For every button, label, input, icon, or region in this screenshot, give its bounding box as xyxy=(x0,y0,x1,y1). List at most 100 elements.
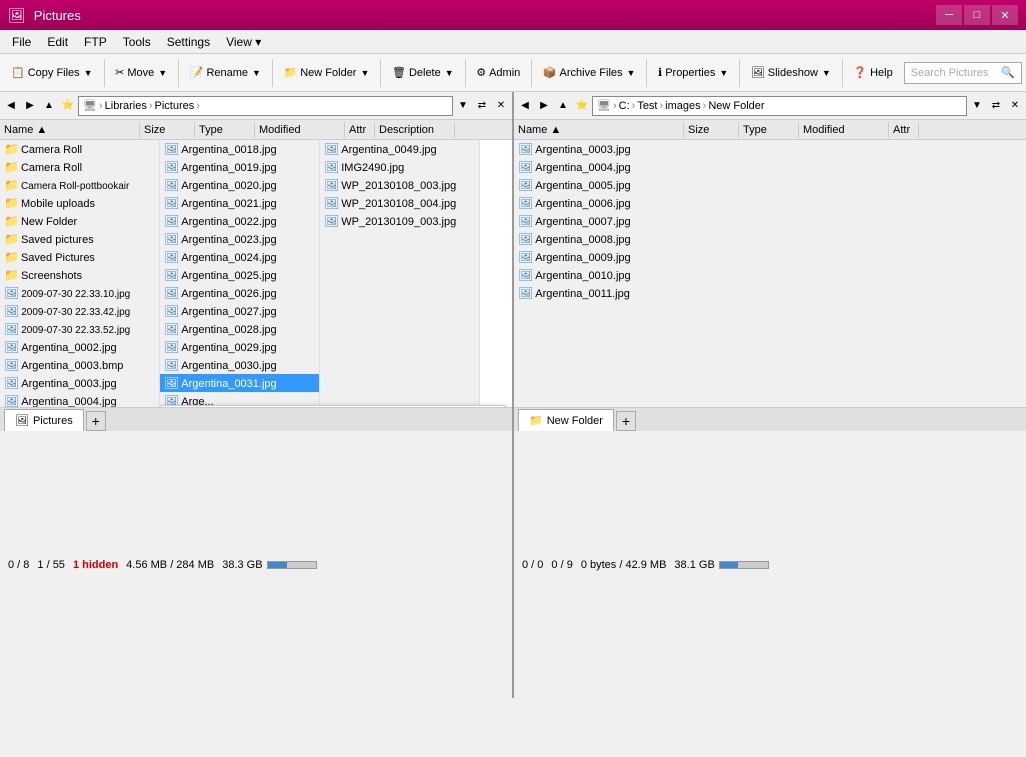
slideshow-icon: 🖼 xyxy=(751,66,765,79)
file-wp-004[interactable]: 🖼WP_20130108_004.jpg xyxy=(320,194,479,212)
close-button[interactable]: ✕ xyxy=(992,5,1018,25)
right-forward-btn[interactable]: ▶ xyxy=(535,97,553,115)
file-2009-3[interactable]: 🖼2009-07-30 22.33.52.jpg xyxy=(0,320,159,338)
left-col-size[interactable]: Size xyxy=(140,122,195,138)
menu-view[interactable]: View ▾ xyxy=(218,33,269,51)
copy-files-button[interactable]: 📋 Copy Files ▼ xyxy=(4,59,100,87)
file-wp-003[interactable]: 🖼WP_20130108_003.jpg xyxy=(320,176,479,194)
delete-button[interactable]: 🗑 Delete ▼ xyxy=(385,59,461,87)
file-img2490[interactable]: 🖼IMG2490.jpg xyxy=(320,158,479,176)
right-file-arg-0009[interactable]: 🖼Argentina_0009.jpg xyxy=(514,248,1026,266)
menu-file[interactable]: File xyxy=(4,33,39,51)
file-arg-0031[interactable]: 🖼Argentina_0031.jpg xyxy=(160,374,319,392)
help-button[interactable]: ❓ Help xyxy=(846,59,899,87)
folder-saved-pictures-uc[interactable]: 📁Saved Pictures xyxy=(0,248,159,266)
right-file-arg-0003[interactable]: 🖼Argentina_0003.jpg xyxy=(514,140,1026,158)
right-file-arg-0005[interactable]: 🖼Argentina_0005.jpg xyxy=(514,176,1026,194)
folder-screenshots[interactable]: 📁Screenshots xyxy=(0,266,159,284)
minimize-button[interactable]: ─ xyxy=(936,5,962,25)
folder-camera-roll-pott[interactable]: 📁Camera Roll-pottbookair xyxy=(0,176,159,194)
file-arg-0049[interactable]: 🖼Argentina_0049.jpg xyxy=(320,140,479,158)
right-status-size: 0 bytes / 42.9 MB xyxy=(581,559,667,571)
file-arg-0021[interactable]: 🖼Argentina_0021.jpg xyxy=(160,194,319,212)
right-col-size[interactable]: Size xyxy=(684,122,739,138)
file-arg-0023[interactable]: 🖼Argentina_0023.jpg xyxy=(160,230,319,248)
left-col-type[interactable]: Type xyxy=(195,122,255,138)
right-close-pane-btn[interactable]: ✕ xyxy=(1006,97,1024,115)
right-status-selected: 0 / 0 xyxy=(522,559,543,571)
file-arg-0018[interactable]: 🖼Argentina_0018.jpg xyxy=(160,140,319,158)
left-breadcrumb[interactable]: 🖥 › Libraries › Pictures › xyxy=(78,96,453,116)
file-arg-0026[interactable]: 🖼Argentina_0026.jpg xyxy=(160,284,319,302)
file-2009-1[interactable]: 🖼2009-07-30 22.33.10.jpg xyxy=(0,284,159,302)
left-close-pane-btn[interactable]: ✕ xyxy=(492,97,510,115)
left-col-desc[interactable]: Description xyxy=(375,122,455,138)
file-arg-0002[interactable]: 🖼Argentina_0002.jpg xyxy=(0,338,159,356)
right-add-tab-btn[interactable]: + xyxy=(616,411,636,431)
menu-edit[interactable]: Edit xyxy=(39,33,76,51)
file-2009-2[interactable]: 🖼2009-07-30 22.33.42.jpg xyxy=(0,302,159,320)
properties-button[interactable]: ℹ Properties ▼ xyxy=(651,59,735,87)
right-breadcrumb-arrow[interactable]: ▼ xyxy=(968,97,986,115)
left-add-tab-btn[interactable]: + xyxy=(86,411,106,431)
sep7 xyxy=(646,59,647,87)
right-star-btn[interactable]: ⭐ xyxy=(573,97,591,115)
right-swap-btn[interactable]: ⇄ xyxy=(987,97,1005,115)
left-swap-btn[interactable]: ⇄ xyxy=(473,97,491,115)
folder-mobile-uploads[interactable]: 📁Mobile uploads xyxy=(0,194,159,212)
new-folder-button[interactable]: 📁 New Folder ▼ xyxy=(277,59,377,87)
menu-tools[interactable]: Tools xyxy=(115,33,159,51)
menu-settings[interactable]: Settings xyxy=(159,33,218,51)
right-breadcrumb[interactable]: 🖥 › C: › Test › images › New Folder xyxy=(592,96,967,116)
folder-camera-roll-1[interactable]: 📁Camera Roll xyxy=(0,140,159,158)
folder-saved-pictures-lc[interactable]: 📁Saved pictures xyxy=(0,230,159,248)
left-tab-pictures[interactable]: 🖼 Pictures xyxy=(4,409,84,431)
file-arg-0019[interactable]: 🖼Argentina_0019.jpg xyxy=(160,158,319,176)
right-file-arg-0008[interactable]: 🖼Argentina_0008.jpg xyxy=(514,230,1026,248)
file-arg-0003[interactable]: 🖼Argentina_0003.jpg xyxy=(0,374,159,392)
maximize-button[interactable]: □ xyxy=(964,5,990,25)
admin-icon: ⚙ xyxy=(476,66,486,79)
file-arg-0029[interactable]: 🖼Argentina_0029.jpg xyxy=(160,338,319,356)
file-arg-0020[interactable]: 🖼Argentina_0020.jpg xyxy=(160,176,319,194)
admin-button[interactable]: ⚙ Admin xyxy=(469,59,527,87)
search-box[interactable]: Search Pictures 🔍 xyxy=(904,62,1022,84)
rename-button[interactable]: 📝 Rename ▼ xyxy=(183,59,268,87)
archive-button[interactable]: 📦 Archive Files ▼ xyxy=(536,59,643,87)
folder-new-folder[interactable]: 📁New Folder xyxy=(0,212,159,230)
right-file-arg-0011[interactable]: 🖼Argentina_0011.jpg xyxy=(514,284,1026,302)
file-wp-005[interactable]: 🖼WP_20130109_003.jpg xyxy=(320,212,479,230)
right-file-arg-0007[interactable]: 🖼Argentina_0007.jpg xyxy=(514,212,1026,230)
right-tab-new-folder[interactable]: 📁 New Folder xyxy=(518,409,614,431)
move-button[interactable]: ✂ Move ▼ xyxy=(108,59,174,87)
right-col-attr[interactable]: Attr xyxy=(889,122,919,138)
left-back-btn[interactable]: ◀ xyxy=(2,97,20,115)
file-arg-0024[interactable]: 🖼Argentina_0024.jpg xyxy=(160,248,319,266)
file-arg-0028[interactable]: 🖼Argentina_0028.jpg xyxy=(160,320,319,338)
file-arg-0004[interactable]: 🖼Argentina_0004.jpg xyxy=(0,392,159,407)
file-arg-0027[interactable]: 🖼Argentina_0027.jpg xyxy=(160,302,319,320)
left-col-modified[interactable]: Modified xyxy=(255,122,345,138)
right-up-btn[interactable]: ▲ xyxy=(554,97,572,115)
slideshow-button[interactable]: 🖼 Slideshow ▼ xyxy=(744,59,838,87)
file-arg-0030[interactable]: 🖼Argentina_0030.jpg xyxy=(160,356,319,374)
right-col-type[interactable]: Type xyxy=(739,122,799,138)
left-col-attr[interactable]: Attr xyxy=(345,122,375,138)
file-arg-0025[interactable]: 🖼Argentina_0025.jpg xyxy=(160,266,319,284)
right-file-arg-0006[interactable]: 🖼Argentina_0006.jpg xyxy=(514,194,1026,212)
left-forward-btn[interactable]: ▶ xyxy=(21,97,39,115)
right-col-name[interactable]: Name ▲ xyxy=(514,122,684,138)
right-file-arg-0010[interactable]: 🖼Argentina_0010.jpg xyxy=(514,266,1026,284)
right-col-modified[interactable]: Modified xyxy=(799,122,889,138)
left-breadcrumb-arrow[interactable]: ▼ xyxy=(454,97,472,115)
toolbar: 📋 Copy Files ▼ ✂ Move ▼ 📝 Rename ▼ 📁 New… xyxy=(0,54,1026,92)
left-star-btn[interactable]: ⭐ xyxy=(59,97,77,115)
right-back-btn[interactable]: ◀ xyxy=(516,97,534,115)
left-col-name[interactable]: Name ▲ xyxy=(0,122,140,138)
left-up-btn[interactable]: ▲ xyxy=(40,97,58,115)
file-arg-0003-bmp[interactable]: 🖼Argentina_0003.bmp xyxy=(0,356,159,374)
file-arg-0022[interactable]: 🖼Argentina_0022.jpg xyxy=(160,212,319,230)
right-file-arg-0004[interactable]: 🖼Argentina_0004.jpg xyxy=(514,158,1026,176)
folder-camera-roll-2[interactable]: 📁Camera Roll xyxy=(0,158,159,176)
menu-ftp[interactable]: FTP xyxy=(76,33,115,51)
